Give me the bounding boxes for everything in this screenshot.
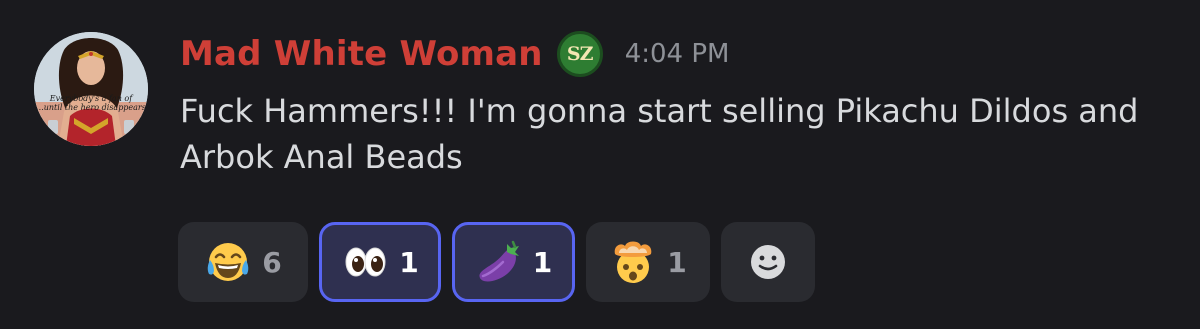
sz-badge-icon[interactable]: SZ bbox=[556, 31, 603, 77]
reaction-count: 1 bbox=[667, 245, 687, 279]
reaction-eggplant[interactable]: 1 bbox=[452, 222, 575, 302]
reaction-count: 6 bbox=[262, 245, 282, 279]
user-avatar[interactable]: Everybody's a fan of ...until the hero d… bbox=[34, 32, 148, 146]
message-header: Mad White Woman SZ 4:04 PM bbox=[180, 30, 729, 78]
face-with-tears-of-joy-icon bbox=[207, 243, 249, 281]
author-name[interactable]: Mad White Woman bbox=[180, 34, 543, 74]
reaction-exploding-head[interactable]: 1 bbox=[586, 222, 710, 302]
message-timestamp[interactable]: 4:04 PM bbox=[625, 39, 730, 69]
chat-message: Everybody's a fan of ...until the hero d… bbox=[0, 0, 1200, 329]
reactions-bar: 6 1 1 1 bbox=[178, 222, 815, 302]
reaction-eyes[interactable]: 1 bbox=[319, 222, 441, 302]
avatar-wonder-woman-image bbox=[34, 32, 148, 146]
add-reaction-smiley-icon bbox=[751, 245, 785, 279]
eggplant-icon bbox=[479, 240, 519, 282]
exploding-head-icon bbox=[614, 241, 652, 283]
eyes-icon bbox=[345, 247, 386, 277]
reaction-joy[interactable]: 6 bbox=[178, 222, 308, 302]
reaction-count: 1 bbox=[399, 245, 419, 279]
message-content: Fuck Hammers!!! I'm gonna start selling … bbox=[180, 92, 1139, 176]
add-reaction-button[interactable] bbox=[721, 222, 815, 302]
reaction-count: 1 bbox=[532, 245, 553, 279]
